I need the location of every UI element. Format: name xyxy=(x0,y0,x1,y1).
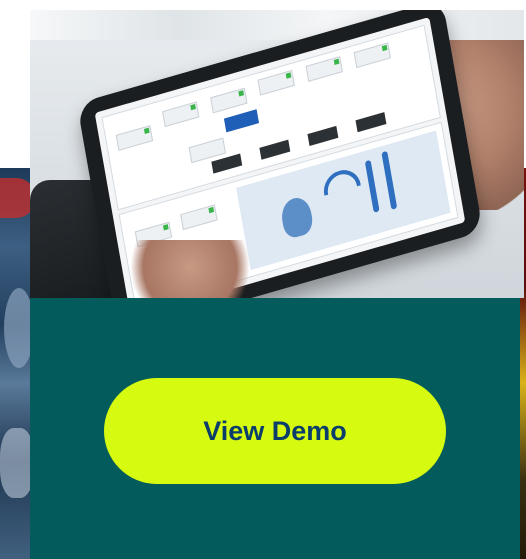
demo-card: View Demo xyxy=(0,0,526,559)
tablet-photo xyxy=(30,10,524,298)
view-demo-button[interactable]: View Demo xyxy=(104,378,446,484)
cta-panel: View Demo xyxy=(30,298,520,559)
